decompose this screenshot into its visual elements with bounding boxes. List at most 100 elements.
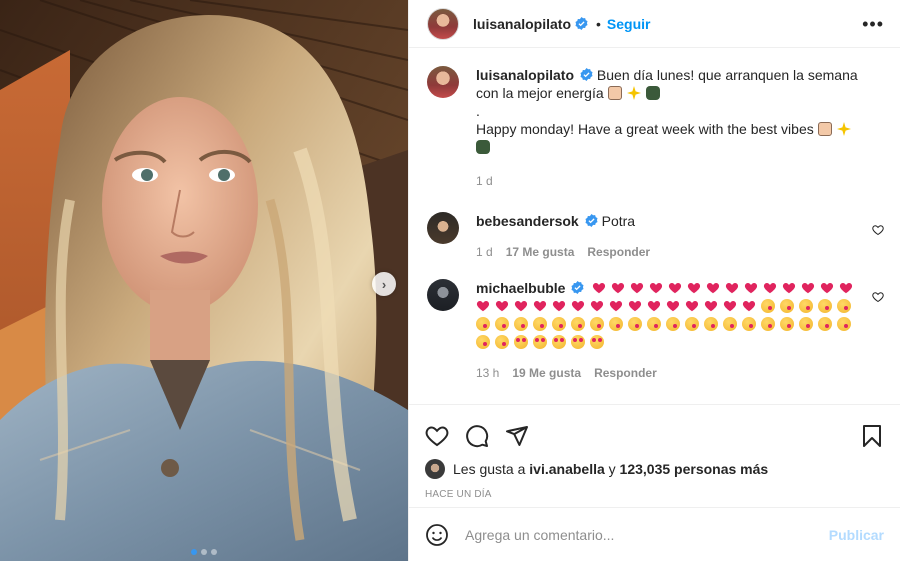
liker-username[interactable]: ivi.anabella <box>529 461 604 477</box>
comment-likes[interactable]: 17 Me gusta <box>506 243 575 261</box>
heart-emoji-icon <box>704 299 718 313</box>
heart-emoji-icon <box>628 299 642 313</box>
kiss-face-emoji-icon <box>837 299 851 313</box>
heart-emoji-icon <box>666 299 680 313</box>
kiss-face-emoji-icon <box>837 317 851 331</box>
kiss-face-emoji-icon <box>818 317 832 331</box>
kiss-face-emoji-icon <box>685 317 699 331</box>
post-photo[interactable]: › <box>0 0 408 561</box>
verified-icon <box>580 68 593 81</box>
kiss-face-emoji-icon <box>533 317 547 331</box>
reply-button[interactable]: Responder <box>594 364 657 382</box>
heart-emoji-icon <box>630 281 644 295</box>
heart-emoji-icon <box>687 281 701 295</box>
comment-text: Potra <box>601 213 636 229</box>
goggles-icon <box>476 140 490 154</box>
kiss-face-emoji-icon <box>780 317 794 331</box>
kiss-face-emoji-icon <box>761 299 775 313</box>
caption-time[interactable]: 1 d <box>476 172 493 190</box>
heart-emoji-icon <box>725 281 739 295</box>
raising-hands-icon <box>607 86 622 100</box>
heart-emoji-icon <box>763 281 777 295</box>
carousel-dot <box>201 549 207 555</box>
bookmark-icon[interactable] <box>860 424 884 448</box>
comment-username[interactable]: bebesandersok <box>476 213 579 229</box>
heart-emoji-icon <box>782 281 796 295</box>
post-header: luisanalopilato • Seguir ••• <box>409 0 900 48</box>
heart-emoji-icon <box>742 299 756 313</box>
heart-emoji-icon <box>649 281 663 295</box>
heart-icon[interactable] <box>872 224 884 236</box>
kiss-face-emoji-icon <box>495 335 509 349</box>
post-time-ago[interactable]: HACE UN DÍA <box>425 489 884 500</box>
caption-username[interactable]: luisanalopilato <box>476 67 574 83</box>
heart-emoji-icon <box>552 299 566 313</box>
heart-eyes-emoji-icon <box>533 335 547 349</box>
kiss-face-emoji-icon <box>799 317 813 331</box>
likes-connector: y <box>608 461 616 477</box>
kiss-face-emoji-icon <box>799 299 813 313</box>
kiss-face-emoji-icon <box>647 317 661 331</box>
likes-count[interactable]: 123,035 personas más <box>620 461 769 477</box>
author-avatar[interactable] <box>427 7 459 40</box>
more-icon[interactable]: ••• <box>862 15 884 33</box>
heart-emoji-icon <box>514 299 528 313</box>
heart-emoji-icon <box>668 281 682 295</box>
heart-eyes-emoji-icon <box>571 335 585 349</box>
carousel-next-button[interactable]: › <box>372 272 396 296</box>
heart-emoji-icon <box>801 281 815 295</box>
kiss-face-emoji-icon <box>495 317 509 331</box>
kiss-face-emoji-icon <box>571 317 585 331</box>
kiss-face-emoji-icon <box>609 317 623 331</box>
comment-item: bebesandersok Potra 1 d 17 Me gusta Resp… <box>427 212 884 261</box>
publish-button[interactable]: Publicar <box>829 527 884 543</box>
liker-avatar[interactable] <box>425 459 445 479</box>
share-icon[interactable] <box>505 424 529 448</box>
kiss-face-emoji-icon <box>666 317 680 331</box>
heart-eyes-emoji-icon <box>552 335 566 349</box>
heart-emoji-icon <box>647 299 661 313</box>
verified-icon <box>571 281 584 294</box>
caption-text-en: Happy monday! Have a great week with the… <box>476 121 814 137</box>
heart-icon[interactable] <box>872 291 884 303</box>
reply-button[interactable]: Responder <box>587 243 650 261</box>
comment-input[interactable] <box>465 526 829 543</box>
kiss-face-emoji-icon <box>476 335 490 349</box>
kiss-face-emoji-icon <box>723 317 737 331</box>
heart-emoji-icon <box>495 299 509 313</box>
comment-item: michaelbuble 13 h 19 Me gusta Responder <box>427 279 884 382</box>
heart-eyes-emoji-icon <box>514 335 528 349</box>
likes-prefix: Les gusta a <box>453 461 526 477</box>
comment-likes[interactable]: 19 Me gusta <box>512 364 581 382</box>
heart-emoji-icon <box>533 299 547 313</box>
post-sidebar: luisanalopilato • Seguir ••• luisanalopi… <box>408 0 900 561</box>
follow-button[interactable]: Seguir <box>607 16 651 32</box>
chevron-right-icon: › <box>381 276 387 292</box>
comment-avatar[interactable] <box>427 212 459 244</box>
raising-hands-icon <box>817 122 832 136</box>
comment-avatar[interactable] <box>427 279 459 311</box>
heart-emoji-icon <box>571 299 585 313</box>
instagram-post: › luisanalopilato • Seguir ••• luisanalo… <box>0 0 900 561</box>
author-username[interactable]: luisanalopilato <box>473 16 571 32</box>
header-separator: • <box>596 15 601 32</box>
comment-time[interactable]: 13 h <box>476 364 499 382</box>
comment-username[interactable]: michaelbuble <box>476 280 565 296</box>
caption-avatar[interactable] <box>427 66 459 98</box>
comment-icon[interactable] <box>465 424 489 448</box>
heart-emoji-icon <box>839 281 853 295</box>
heart-icon[interactable] <box>425 424 449 448</box>
sparkles-icon <box>626 86 641 100</box>
kiss-face-emoji-icon <box>742 317 756 331</box>
selfie-image <box>0 0 408 561</box>
heart-eyes-emoji-icon <box>590 335 604 349</box>
kiss-face-emoji-icon <box>514 317 528 331</box>
likes-summary: Les gusta a ivi.anabella y 123,035 perso… <box>425 459 884 479</box>
heart-emoji-icon <box>476 299 490 313</box>
smile-icon[interactable] <box>425 523 449 547</box>
caption-dot: . <box>476 103 480 119</box>
goggles-icon <box>645 86 660 100</box>
kiss-face-emoji-icon <box>590 317 604 331</box>
carousel-dot-active <box>191 549 197 555</box>
comment-time[interactable]: 1 d <box>476 243 493 261</box>
